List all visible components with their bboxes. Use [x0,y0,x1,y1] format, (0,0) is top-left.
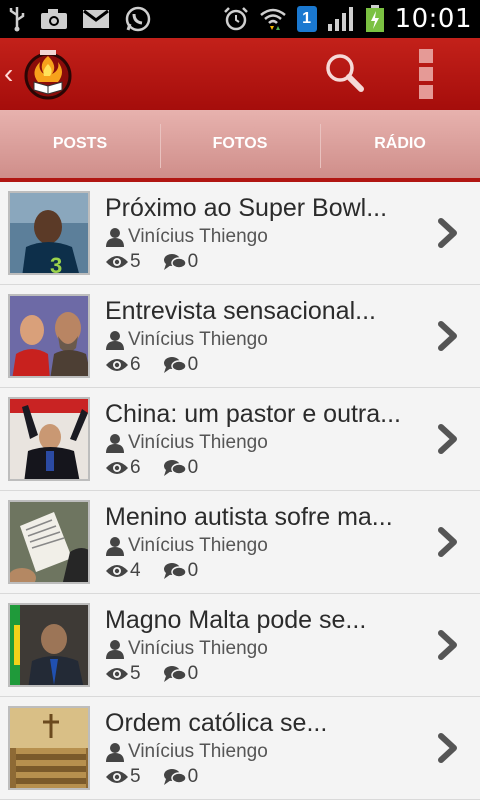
comments-icon [163,563,187,579]
views-eye-icon [106,462,128,474]
user-icon [106,537,124,556]
list-item[interactable]: China: um pastor e outra... Vinícius Thi… [0,388,480,491]
overflow-dot-icon [419,49,433,63]
views-eye-icon [106,565,128,577]
chevron-right-icon[interactable] [428,306,468,366]
post-author: Vinícius Thiengo [128,329,268,350]
post-thumbnail [8,294,90,378]
list-item[interactable]: Entrevista sensacional... Vinícius Thien… [0,285,480,388]
gmail-icon [82,8,110,30]
user-icon [106,228,124,247]
comments-count: 0 [187,663,199,684]
user-icon [106,331,124,350]
up-navigation-icon[interactable]: ‹ [4,58,18,90]
views-eye-icon [106,771,128,783]
whatsapp-icon [124,5,152,33]
alarm-icon [223,6,249,32]
post-thumbnail [8,706,90,790]
tab-posts[interactable]: POSTS [0,110,160,178]
comments-icon [163,357,187,373]
views-count: 4 [130,560,141,581]
post-author: Vinícius Thiengo [128,226,268,247]
battery-icon [365,5,385,33]
svg-text:3: 3 [50,253,62,275]
wifi-icon [259,6,287,32]
signal-icon [327,6,355,32]
comments-count: 0 [187,766,199,787]
views-count: 5 [130,251,141,272]
comments-icon [163,460,187,476]
post-title: China: um pastor e outra... [105,400,401,428]
post-thumbnail [8,500,90,584]
action-bar: ‹ [0,38,480,110]
status-bar: 1 10:01 [0,0,480,38]
user-icon [106,434,124,453]
overflow-dot-icon [419,85,433,99]
post-title: Ordem católica se... [105,709,328,737]
post-title: Magno Malta pode se... [105,606,367,634]
chevron-right-icon[interactable] [428,512,468,572]
post-author: Vinícius Thiengo [128,535,268,556]
views-eye-icon [106,256,128,268]
views-eye-icon [106,668,128,680]
sim-badge: 1 [296,6,317,32]
comments-count: 0 [187,457,199,478]
post-title: Próximo ao Super Bowl... [105,194,388,222]
list-item[interactable]: Ordem católica se... Vinícius Thiengo 5 … [0,697,480,800]
overflow-menu-button[interactable] [406,42,446,106]
post-author: Vinícius Thiengo [128,638,268,659]
views-count: 6 [130,354,141,375]
chevron-right-icon[interactable] [428,718,468,778]
user-icon [106,743,124,762]
views-count: 6 [130,457,141,478]
tab-radio[interactable]: RÁDIO [320,110,480,178]
post-thumbnail [8,397,90,481]
tab-bar: POSTS FOTOS RÁDIO [0,110,480,182]
posts-list: 3 Próximo ao Super Bowl... Vinícius Thie… [0,182,480,800]
post-author: Vinícius Thiengo [128,741,268,762]
list-item[interactable]: Magno Malta pode se... Vinícius Thiengo … [0,594,480,697]
camera-icon [40,8,68,30]
comments-count: 0 [187,251,199,272]
comments-count: 0 [187,560,199,581]
post-thumbnail: 3 [8,191,90,275]
chevron-right-icon[interactable] [428,409,468,469]
tab-fotos[interactable]: FOTOS [160,110,320,178]
search-icon [323,51,365,98]
post-author: Vinícius Thiengo [128,432,268,453]
usb-icon [8,6,26,32]
comments-count: 0 [187,354,199,375]
comments-icon [163,769,187,785]
post-title: Menino autista sofre ma... [105,503,393,531]
comments-icon [163,254,187,270]
post-thumbnail [8,603,90,687]
chevron-right-icon[interactable] [428,615,468,675]
user-icon [106,640,124,659]
list-item[interactable]: 3 Próximo ao Super Bowl... Vinícius Thie… [0,182,480,285]
app-logo[interactable] [22,48,74,100]
overflow-dot-icon [419,67,433,81]
views-eye-icon [106,359,128,371]
chevron-right-icon[interactable] [428,203,468,263]
comments-icon [163,666,187,682]
views-count: 5 [130,766,141,787]
search-button[interactable] [312,42,376,106]
status-time: 10:01 [394,4,472,34]
post-title: Entrevista sensacional... [105,297,376,325]
list-item[interactable]: Menino autista sofre ma... Vinícius Thie… [0,491,480,594]
views-count: 5 [130,663,141,684]
